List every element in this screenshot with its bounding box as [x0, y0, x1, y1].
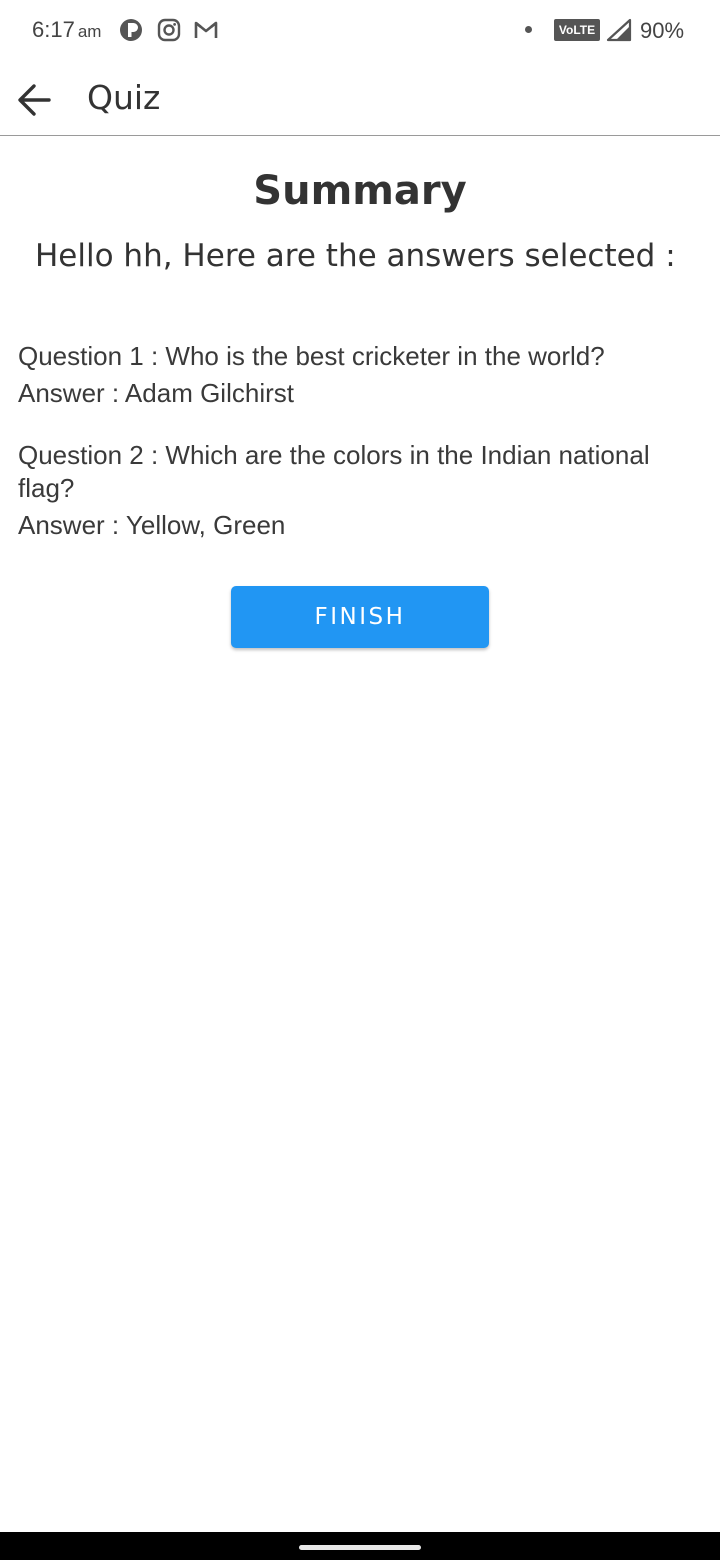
app-bar: Quiz	[0, 62, 720, 136]
home-gesture-handle[interactable]	[299, 1545, 421, 1550]
p-badge-icon	[120, 19, 142, 41]
signal-icon	[606, 18, 632, 42]
greeting-text: Hello hh, Here are the answers selected …	[35, 238, 676, 274]
battery-level: 90%	[640, 18, 685, 43]
instagram-icon	[157, 18, 181, 42]
gmail-icon	[194, 21, 218, 38]
answer-text: Answer : Adam Gilchirst	[18, 378, 294, 408]
summary-title: Summary	[253, 168, 467, 214]
finish-button[interactable]: FINISH	[231, 586, 489, 648]
question-text: Question 2 : Which are the colors in the…	[18, 440, 650, 503]
app-title: Quiz	[87, 78, 161, 117]
back-button[interactable]	[12, 78, 56, 122]
answer-item: Question 2 : Which are the colors in the…	[18, 439, 698, 542]
navigation-bar	[0, 1532, 720, 1560]
answer-text: Answer : Yellow, Green	[18, 510, 286, 540]
status-time: 6:17 am	[32, 17, 102, 42]
answer-item: Question 1 : Who is the best cricketer i…	[18, 340, 698, 410]
question-text: Question 1 : Who is the best cricketer i…	[18, 341, 605, 371]
arrow-left-icon	[18, 84, 51, 116]
notification-dot-icon	[525, 26, 532, 33]
status-bar: 6:17 am VoLTE 90%	[0, 0, 720, 62]
volte-badge: VoLTE	[554, 19, 600, 41]
